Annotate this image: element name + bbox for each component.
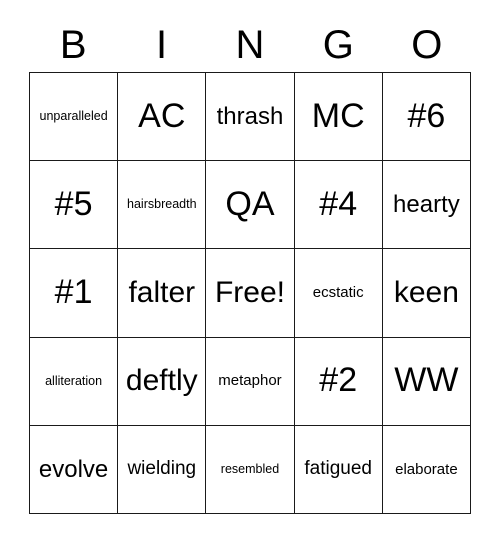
bingo-cell[interactable]: hairsbreadth: [118, 161, 207, 250]
bingo-cell[interactable]: ecstatic: [294, 249, 383, 338]
bingo-cell[interactable]: hearty: [382, 161, 471, 250]
bingo-cell-label: #1: [54, 273, 93, 312]
bingo-cell-label: hearty: [393, 191, 460, 219]
header-letter-text: N: [235, 23, 265, 67]
bingo-cell-label: elaborate: [395, 460, 458, 478]
bingo-cell-label: #5: [54, 184, 93, 223]
bingo-cell-label: #6: [407, 96, 446, 135]
bingo-cell-label: unparalleled: [39, 109, 108, 124]
bingo-cell-label: AC: [138, 96, 186, 135]
bingo-cell[interactable]: elaborate: [382, 425, 471, 514]
bingo-cell[interactable]: #5: [30, 161, 119, 250]
bingo-cell-label: wielding: [127, 458, 197, 480]
bingo-cell-label: keen: [393, 276, 459, 310]
bingo-cell[interactable]: metaphor: [206, 337, 295, 426]
header-letter-text: B: [59, 23, 87, 67]
bingo-cell[interactable]: #1: [30, 249, 119, 338]
bingo-cell-label: #4: [319, 184, 358, 223]
bingo-cell-label: Free!: [214, 276, 285, 310]
bingo-grid: unparalleled AC thrash MC #6 #5 hairsbre…: [29, 72, 471, 514]
bingo-cell-label: WW: [394, 361, 459, 400]
bingo-cell[interactable]: WW: [382, 337, 471, 426]
bingo-cell[interactable]: wielding: [118, 425, 207, 514]
header-letter-text: G: [322, 23, 354, 67]
bingo-cell[interactable]: QA: [206, 161, 295, 250]
bingo-cell-label: metaphor: [218, 372, 282, 390]
bingo-cell-label: evolve: [38, 455, 109, 483]
bingo-cell-label: deftly: [125, 364, 198, 398]
bingo-header-letter-i: I: [117, 18, 205, 72]
bingo-cell[interactable]: #6: [382, 73, 471, 162]
bingo-header-row: B I N G O: [29, 18, 471, 72]
bingo-cell-label: ecstatic: [312, 284, 364, 302]
bingo-header-letter-b: B: [29, 18, 117, 72]
bingo-cell[interactable]: resembled: [206, 425, 295, 514]
bingo-header-letter-o: O: [383, 18, 471, 72]
bingo-cell-label: resembled: [220, 461, 280, 476]
bingo-cell-label: fatigued: [304, 458, 372, 480]
bingo-cell[interactable]: falter: [118, 249, 207, 338]
bingo-cell[interactable]: keen: [382, 249, 471, 338]
bingo-cell-free-space[interactable]: Free!: [206, 249, 295, 338]
bingo-header-letter-n: N: [206, 18, 294, 72]
bingo-cell[interactable]: #2: [294, 337, 383, 426]
bingo-cell[interactable]: unparalleled: [30, 73, 119, 162]
bingo-cell[interactable]: deftly: [118, 337, 207, 426]
bingo-cell-label: hairsbreadth: [127, 197, 197, 212]
bingo-cell-label: thrash: [216, 103, 284, 130]
bingo-header-letter-g: G: [294, 18, 382, 72]
bingo-cell-label: #2: [319, 361, 358, 400]
bingo-cell-label: alliteration: [45, 373, 103, 388]
bingo-cell-label: MC: [311, 96, 365, 135]
bingo-cell-label: QA: [225, 184, 275, 223]
header-letter-text: O: [411, 23, 443, 67]
bingo-cell[interactable]: #4: [294, 161, 383, 250]
bingo-cell[interactable]: fatigued: [294, 425, 383, 514]
bingo-cell[interactable]: AC: [118, 73, 207, 162]
bingo-cell-label: falter: [128, 276, 196, 310]
bingo-cell[interactable]: MC: [294, 73, 383, 162]
header-letter-text: I: [156, 23, 168, 67]
bingo-cell[interactable]: alliteration: [30, 337, 119, 426]
bingo-cell[interactable]: evolve: [30, 425, 119, 514]
bingo-card: B I N G O unparalleled AC thrash MC #6 #…: [0, 0, 500, 544]
bingo-cell[interactable]: thrash: [206, 73, 295, 162]
